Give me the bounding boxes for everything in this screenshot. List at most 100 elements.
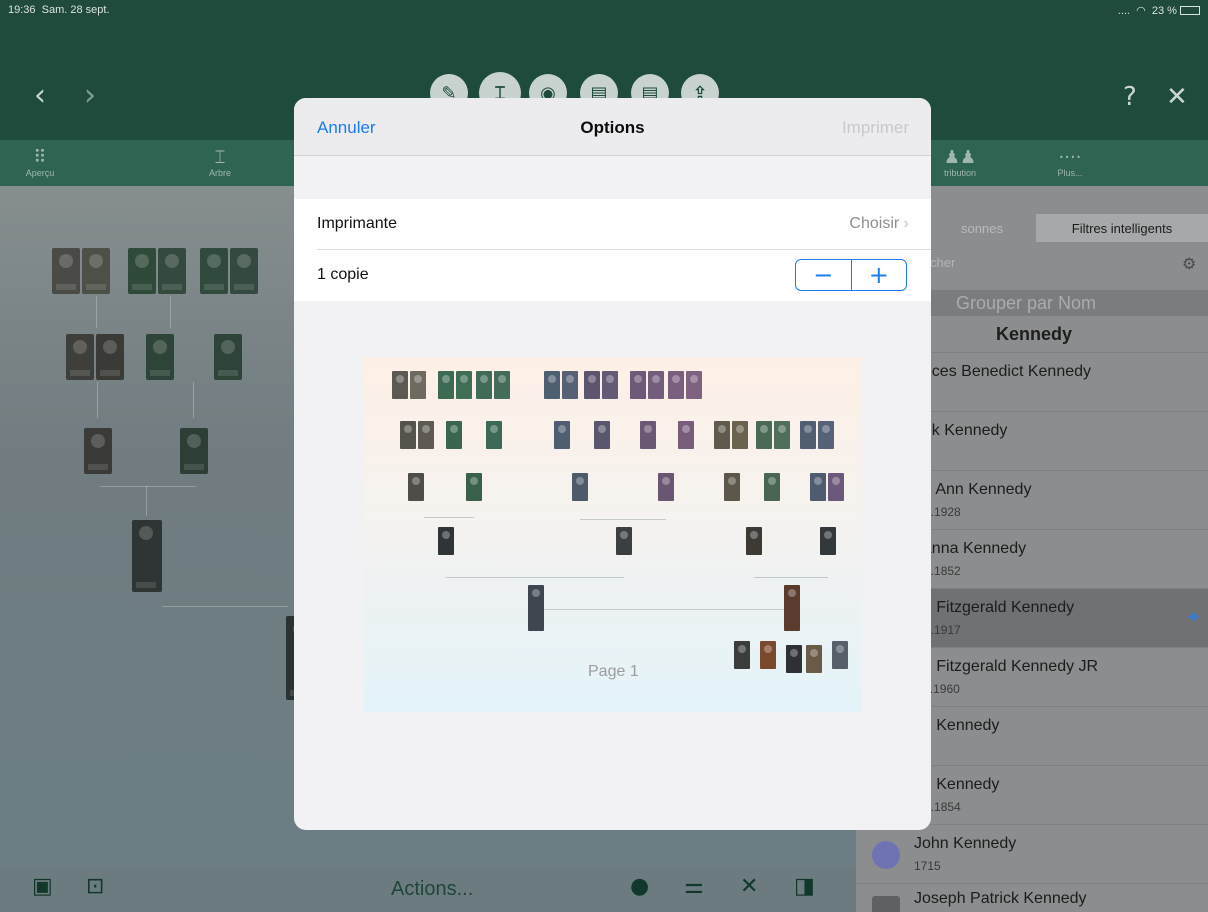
person-tile[interactable] bbox=[82, 248, 110, 294]
avatar-placeholder bbox=[872, 841, 900, 869]
actions-button[interactable]: Actions... bbox=[391, 878, 473, 901]
connector-line bbox=[97, 382, 98, 418]
chevron-left-icon[interactable]: ‹ bbox=[34, 78, 46, 113]
tab-plus[interactable]: ···· Plus... bbox=[1030, 140, 1110, 186]
person-name: hn Fitzgerald Kennedy bbox=[914, 599, 1075, 616]
preview-tile bbox=[732, 421, 748, 449]
connector-line bbox=[146, 486, 147, 516]
toggle-settings-icon[interactable]: ⚌ bbox=[684, 874, 704, 899]
print-settings-list: Imprimante Choisir › 1 copie − + bbox=[294, 199, 931, 301]
preview-tile bbox=[494, 371, 510, 399]
grid-icon: ⠿ bbox=[33, 147, 47, 168]
status-time: 19:36 bbox=[8, 4, 36, 16]
preview-tile bbox=[678, 421, 694, 449]
close-button[interactable]: ✕ bbox=[1166, 82, 1188, 112]
person-date: 1715 bbox=[914, 859, 941, 873]
preview-tile bbox=[764, 473, 780, 501]
person-tile[interactable] bbox=[84, 428, 112, 474]
segment-smart-filters[interactable]: Filtres intelligents bbox=[1036, 214, 1208, 242]
person-focus-icon[interactable]: ⊡ bbox=[86, 874, 104, 899]
preview-tile bbox=[630, 371, 646, 399]
preview-tile bbox=[800, 421, 816, 449]
segment-persons[interactable]: sonnes bbox=[930, 214, 1034, 242]
dialog-title: Options bbox=[580, 118, 645, 137]
print-button[interactable]: Imprimer bbox=[842, 118, 909, 138]
person-tile[interactable] bbox=[66, 334, 94, 380]
gear-icon[interactable]: ⚙ bbox=[1182, 254, 1196, 273]
person-tile[interactable] bbox=[158, 248, 186, 294]
preview-connector bbox=[446, 577, 624, 578]
tab-distribution-label: tribution bbox=[943, 168, 977, 178]
preview-tile bbox=[438, 371, 454, 399]
preview-tile bbox=[418, 421, 434, 449]
increment-button[interactable]: + bbox=[850, 260, 907, 290]
person-tile[interactable] bbox=[52, 248, 80, 294]
person-tile[interactable] bbox=[128, 248, 156, 294]
tab-distribution[interactable]: ♟♟ tribution bbox=[920, 140, 1000, 186]
tab-apercu[interactable]: ⠿ Aperçu bbox=[0, 140, 80, 186]
decrement-button[interactable]: − bbox=[796, 260, 851, 290]
person-tile[interactable] bbox=[96, 334, 124, 380]
copies-stepper: − + bbox=[795, 259, 907, 291]
chevron-right-icon[interactable]: › bbox=[84, 78, 96, 113]
preview-tile bbox=[616, 527, 632, 555]
preview-tile bbox=[544, 371, 560, 399]
person-name: John Kennedy bbox=[914, 835, 1017, 852]
connector-line bbox=[96, 296, 97, 328]
connector-line bbox=[100, 486, 196, 487]
battery-icon bbox=[1180, 6, 1200, 16]
person-row[interactable]: John Kennedy 1715 bbox=[856, 824, 1208, 883]
person-tile[interactable] bbox=[180, 428, 208, 474]
preview-tile bbox=[810, 473, 826, 501]
printer-choose-label: Choisir bbox=[849, 215, 900, 232]
preview-tile bbox=[466, 473, 482, 501]
preview-tile bbox=[818, 421, 834, 449]
wifi-icon: ◠ bbox=[1136, 4, 1146, 17]
person-row[interactable]: Joseph Patrick Kennedy bbox=[856, 883, 1208, 912]
connector-line bbox=[170, 296, 171, 328]
printer-value: Choisir › bbox=[849, 215, 909, 233]
battery-text: 23 % bbox=[1151, 4, 1177, 17]
preview-connector bbox=[544, 609, 784, 610]
preview-tile bbox=[476, 371, 492, 399]
preview-tile bbox=[686, 371, 702, 399]
palette-icon[interactable]: ● bbox=[630, 874, 649, 899]
bookmark-icon: ✦ bbox=[1185, 605, 1202, 629]
person-name: ances Benedict Kennedy bbox=[914, 363, 1092, 380]
preview-tile bbox=[832, 641, 848, 669]
person-name: hn Fitzgerald Kennedy JR bbox=[914, 658, 1099, 675]
status-date: Sam. 28 sept. bbox=[41, 4, 110, 16]
preview-tile bbox=[784, 585, 800, 631]
copies-label: 1 copie bbox=[317, 266, 369, 283]
copies-row: 1 copie − + bbox=[294, 250, 931, 300]
person-tile[interactable] bbox=[146, 334, 174, 380]
page-preview[interactable]: Page 1 bbox=[364, 357, 861, 712]
preview-tile bbox=[734, 641, 750, 669]
person-tile[interactable] bbox=[200, 248, 228, 294]
preview-tile bbox=[392, 371, 408, 399]
preview-tile bbox=[554, 421, 570, 449]
sidebar-icon[interactable]: ◨ bbox=[794, 874, 815, 899]
connector-line bbox=[193, 382, 194, 418]
person-tile[interactable] bbox=[230, 248, 258, 294]
fit-screen-icon[interactable]: ▣ bbox=[32, 874, 53, 899]
tab-arbre[interactable]: ⌶ Arbre bbox=[180, 140, 260, 186]
tools-icon[interactable]: ✕ bbox=[740, 874, 758, 899]
preview-tile bbox=[648, 371, 664, 399]
help-button[interactable]: ? bbox=[1123, 82, 1137, 112]
tree-icon: ⌶ bbox=[214, 147, 226, 168]
page-number-label: Page 1 bbox=[588, 663, 639, 680]
preview-tile bbox=[446, 421, 462, 449]
printer-row[interactable]: Imprimante Choisir › bbox=[294, 199, 931, 250]
preview-tile bbox=[714, 421, 730, 449]
preview-tile bbox=[746, 527, 762, 555]
printer-label: Imprimante bbox=[317, 215, 398, 232]
person-tile[interactable] bbox=[132, 520, 162, 592]
preview-tile bbox=[400, 421, 416, 449]
person-tile[interactable] bbox=[214, 334, 242, 380]
preview-tile bbox=[658, 473, 674, 501]
connector-line bbox=[162, 606, 288, 607]
preview-tile bbox=[640, 421, 656, 449]
preview-tile bbox=[602, 371, 618, 399]
tab-apercu-label: Aperçu bbox=[25, 168, 55, 178]
